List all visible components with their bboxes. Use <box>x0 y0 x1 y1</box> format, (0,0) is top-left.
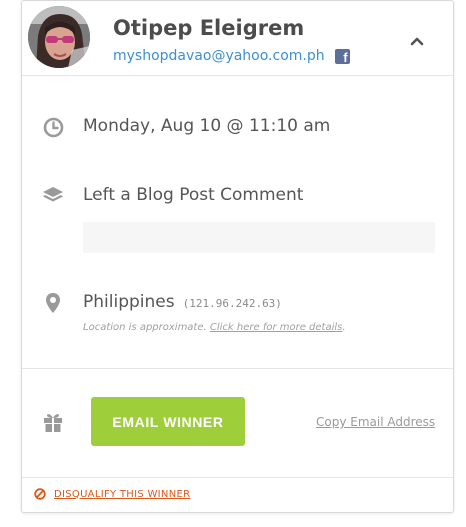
location-note-end: . <box>342 322 346 333</box>
layers-icon <box>42 185 64 207</box>
winner-card: Otipep Eleigrem myshopdavao@yahoo.com.ph… <box>21 0 454 513</box>
location-note: Location is approximate. Click here for … <box>83 322 346 333</box>
divider <box>22 368 453 369</box>
entrant-email[interactable]: myshopdavao@yahoo.com.ph <box>113 48 325 64</box>
gift-icon <box>42 411 64 433</box>
location-country: Philippines <box>83 292 175 312</box>
map-pin-icon <box>42 292 64 314</box>
email-line: myshopdavao@yahoo.com.ph f <box>113 48 350 64</box>
clock-icon <box>42 116 64 138</box>
entry-datetime: Monday, Aug 10 @ 11:10 am <box>83 116 331 136</box>
copy-email-link[interactable]: Copy Email Address <box>316 415 435 429</box>
location-details-link[interactable]: Click here for more details <box>210 322 343 333</box>
collapse-button[interactable] <box>405 31 429 51</box>
divider <box>22 477 453 478</box>
divider <box>22 75 453 76</box>
disqualify-label: DISQUALIFY THIS WINNER <box>54 488 191 500</box>
entrant-name: Otipep Eleigrem <box>113 16 305 40</box>
entry-action: Left a Blog Post Comment <box>83 185 304 205</box>
ip-address: (121.96.242.63) <box>182 297 282 310</box>
comment-box <box>83 222 435 253</box>
disqualify-button[interactable]: DISQUALIFY THIS WINNER <box>34 488 190 500</box>
facebook-icon: f <box>334 48 350 64</box>
ban-icon <box>34 488 46 500</box>
location-note-text: Location is approximate. <box>83 322 207 333</box>
location-line: Philippines (121.96.242.63) <box>83 292 282 312</box>
avatar <box>28 6 90 68</box>
email-winner-button[interactable]: EMAIL WINNER <box>91 397 245 446</box>
chevron-up-icon <box>410 37 424 46</box>
